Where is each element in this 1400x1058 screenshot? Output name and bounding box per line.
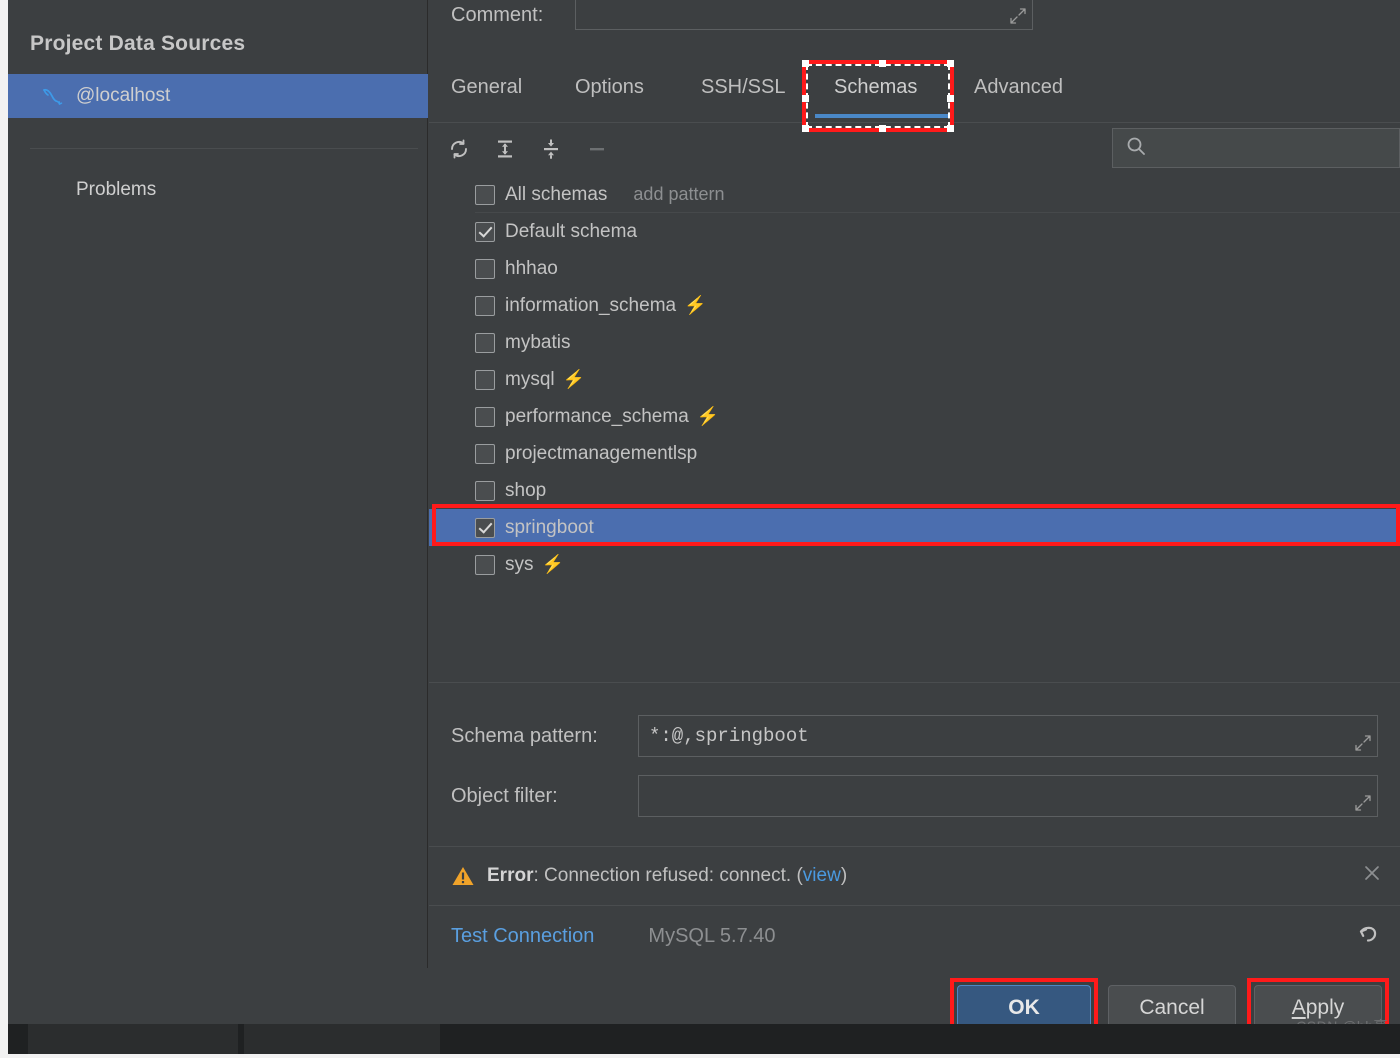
schema-pattern-input[interactable]: *:@,springboot: [638, 715, 1378, 757]
sidebar-item-problems[interactable]: Problems: [8, 168, 428, 212]
checkbox-springboot[interactable]: [475, 517, 495, 538]
list-item-label: Default schema: [505, 220, 638, 242]
tab-ssh-ssl[interactable]: SSH/SSL: [701, 76, 785, 99]
list-item-label: springboot: [505, 516, 594, 538]
list-item-label: hhhao: [505, 257, 558, 279]
list-item[interactable]: All schemas add pattern: [429, 176, 1400, 213]
add-pattern-link[interactable]: add pattern: [633, 184, 724, 205]
sidebar-item-label: @localhost: [76, 85, 171, 106]
checkbox-performance-schema[interactable]: [475, 406, 495, 427]
checkbox-sys[interactable]: [475, 554, 495, 575]
close-icon[interactable]: [1362, 863, 1382, 889]
sidebar-item-localhost[interactable]: @localhost: [8, 74, 428, 118]
schema-pattern-value: *:@,springboot: [649, 725, 809, 747]
search-box[interactable]: [1112, 128, 1400, 168]
lightning-bolt-icon: ⚡: [562, 369, 586, 389]
list-item-label: projectmanagementlsp: [505, 442, 698, 464]
search-input[interactable]: [1155, 137, 1379, 159]
error-bar: Error: Connection refused: connect. (vie…: [429, 846, 1400, 906]
problems-spacer-icon: [38, 175, 68, 205]
tab-advanced[interactable]: Advanced: [974, 76, 1063, 99]
list-item-label: mybatis: [505, 331, 571, 353]
expand-editor-icon[interactable]: [1009, 7, 1027, 25]
checkbox-mybatis[interactable]: [475, 332, 495, 353]
list-item[interactable]: performance_schema ⚡: [429, 398, 1400, 435]
sidebar-item-label: Problems: [76, 179, 157, 200]
list-item[interactable]: projectmanagementlsp: [429, 435, 1400, 472]
page-edge-bottom: [0, 1054, 1400, 1058]
list-item-label: All schemas: [505, 183, 608, 205]
lightning-bolt-icon: ⚡: [541, 554, 564, 574]
list-item-label: information_schema: [505, 294, 677, 316]
checkbox-all-schemas[interactable]: [475, 184, 495, 205]
project-data-sources-sidebar: Project Data Sources @localhost Problems…: [8, 0, 428, 1024]
error-suffix: ): [840, 865, 848, 886]
sidebar-title: Project Data Sources: [30, 32, 246, 55]
revert-icon[interactable]: [1354, 920, 1382, 953]
warning-triangle-icon: [451, 865, 475, 887]
error-message: Error: Connection refused: connect. (vie…: [487, 865, 847, 887]
object-filter-input[interactable]: [638, 775, 1378, 817]
expand-editor-icon[interactable]: [1354, 734, 1372, 752]
comment-input[interactable]: [575, 0, 1033, 30]
tab-general[interactable]: General: [451, 76, 522, 99]
lightning-bolt-icon: ⚡: [684, 295, 707, 315]
schema-list[interactable]: All schemas add pattern Default schema h…: [429, 176, 1400, 683]
lightning-bolt-icon: ⚡: [696, 406, 720, 426]
list-item[interactable]: shop: [429, 472, 1400, 509]
list-item-label: performance_schema: [505, 405, 689, 427]
checkbox-mysql[interactable]: [475, 369, 495, 390]
test-connection-link[interactable]: Test Connection: [451, 925, 594, 948]
list-item-springboot[interactable]: springboot: [429, 509, 1400, 546]
settings-tabs: General Options SSH/SSL Schemas Advanced: [429, 62, 1400, 123]
list-item[interactable]: mysql ⚡: [429, 361, 1400, 398]
tab-active-underline: [815, 114, 953, 118]
list-item-label: shop: [505, 479, 547, 501]
search-icon: [1125, 135, 1147, 162]
list-item[interactable]: hhhao: [429, 250, 1400, 287]
list-item[interactable]: information_schema ⚡: [429, 287, 1400, 324]
taskbar-segment: [244, 1024, 440, 1054]
checkbox-shop[interactable]: [475, 480, 495, 501]
tab-options[interactable]: Options: [575, 76, 644, 99]
list-item-label: sys: [505, 553, 534, 575]
collapse-all-icon[interactable]: [533, 131, 569, 167]
list-item[interactable]: sys ⚡: [429, 546, 1400, 583]
expand-editor-icon[interactable]: [1354, 794, 1372, 812]
list-item[interactable]: Default schema: [429, 213, 1400, 250]
checkbox-information-schema[interactable]: [475, 295, 495, 316]
page-edge-left: [0, 0, 8, 1058]
settings-content-pane: Comment: General Options SSH/SSL Schemas…: [429, 0, 1400, 1022]
object-filter-label: Object filter:: [451, 785, 558, 807]
checkbox-hhhao[interactable]: [475, 258, 495, 279]
list-item[interactable]: mybatis: [429, 324, 1400, 361]
schema-list-toolbar: [429, 123, 1400, 175]
expand-all-icon[interactable]: [487, 131, 523, 167]
sidebar-divider: [30, 148, 418, 149]
data-sources-dialog: Project Data Sources @localhost Problems…: [0, 0, 1400, 1058]
comment-label: Comment:: [451, 4, 544, 26]
schema-filters-form: Schema pattern: *:@,springboot Object fi…: [429, 683, 1400, 835]
os-taskbar-strip: [8, 1024, 1400, 1054]
comment-row: Comment:: [429, 0, 1400, 42]
test-connection-bar: Test Connection MySQL 5.7.40: [429, 905, 1400, 967]
error-body: : Connection refused: connect. (: [533, 865, 803, 886]
error-view-link[interactable]: view: [803, 865, 841, 886]
mysql-dolphin-icon: [38, 81, 68, 111]
checkbox-default-schema[interactable]: [475, 221, 495, 242]
database-version-label: MySQL 5.7.40: [648, 924, 776, 947]
checkbox-projectmanagementlsp[interactable]: [475, 443, 495, 464]
taskbar-segment: [28, 1024, 238, 1054]
tab-schemas[interactable]: Schemas: [834, 76, 917, 99]
error-prefix: Error: [487, 865, 534, 886]
list-item-label: mysql: [505, 368, 555, 390]
refresh-icon[interactable]: [441, 131, 477, 167]
schema-pattern-label: Schema pattern:: [451, 725, 598, 747]
minus-icon: [579, 131, 615, 167]
